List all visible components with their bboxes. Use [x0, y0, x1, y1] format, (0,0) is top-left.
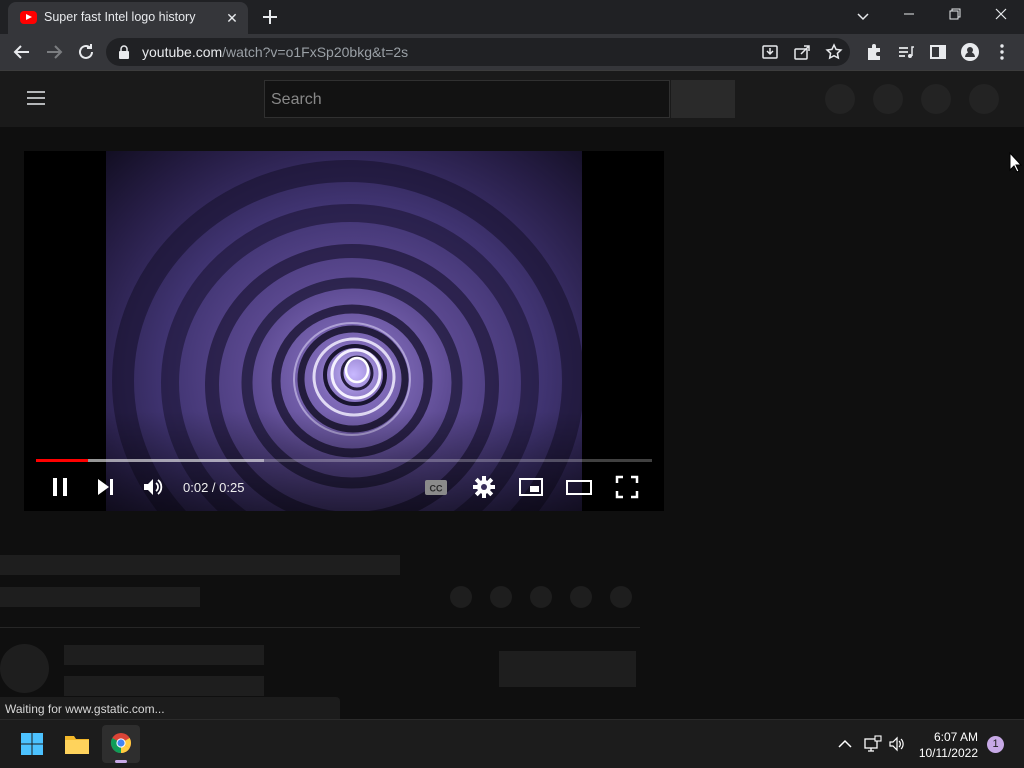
video-player[interactable]: 0:02 / 0:25 CC	[24, 151, 664, 511]
kebab-menu-icon[interactable]	[990, 40, 1014, 64]
mouse-cursor-icon	[1009, 152, 1023, 173]
network-icon[interactable]	[864, 735, 882, 753]
side-panel-icon[interactable]	[926, 40, 950, 64]
browser-tab-strip: Super fast Intel logo history ✕	[0, 0, 1024, 34]
header-placeholder-circle	[873, 84, 903, 114]
minimize-icon[interactable]	[886, 0, 932, 30]
back-arrow-icon[interactable]	[10, 40, 34, 64]
video-time-display: 0:02 / 0:25	[183, 480, 245, 495]
action-placeholder-circle	[490, 586, 512, 608]
windows-taskbar: 6:07 AM 10/11/2022 1	[0, 719, 1024, 768]
install-app-icon[interactable]	[758, 40, 782, 64]
header-placeholder-circle	[969, 84, 999, 114]
miniplayer-icon[interactable]	[518, 474, 544, 500]
chrome-taskbar-button[interactable]	[102, 725, 140, 763]
pause-icon[interactable]	[47, 474, 73, 500]
active-app-indicator	[115, 760, 127, 763]
avatar-placeholder	[0, 644, 49, 693]
hamburger-menu-icon[interactable]	[26, 90, 46, 106]
notification-badge[interactable]: 1	[987, 736, 1004, 753]
action-placeholder-circle	[610, 586, 632, 608]
youtube-header: Search	[0, 71, 1024, 127]
extensions-puzzle-icon[interactable]	[862, 40, 886, 64]
progress-bar[interactable]	[36, 459, 652, 462]
subscribe-button-placeholder	[499, 651, 636, 687]
new-tab-icon[interactable]	[258, 5, 282, 29]
status-bubble: Waiting for www.gstatic.com...	[0, 697, 340, 719]
progress-played	[36, 459, 89, 462]
restore-icon[interactable]	[932, 0, 978, 30]
share-icon[interactable]	[790, 40, 814, 64]
search-input[interactable]: Search	[264, 80, 670, 118]
media-controls-icon[interactable]	[894, 40, 918, 64]
file-explorer-icon[interactable]	[58, 725, 96, 763]
bookmark-star-icon[interactable]	[822, 40, 846, 64]
youtube-favicon-icon	[20, 11, 37, 24]
browser-tab[interactable]: Super fast Intel logo history ✕	[8, 2, 248, 34]
settings-gear-icon[interactable]	[471, 474, 497, 500]
header-placeholder-circle	[825, 84, 855, 114]
browser-toolbar: youtube.com/watch?v=o1FxSp20bkg&t=2s	[0, 34, 1024, 70]
title-placeholder	[0, 555, 400, 575]
search-button[interactable]	[671, 80, 735, 118]
taskbar-clock-time[interactable]: 6:07 AM	[920, 730, 978, 744]
content-divider	[0, 627, 640, 628]
theater-mode-icon[interactable]	[566, 474, 592, 500]
volume-tray-icon[interactable]	[888, 735, 906, 753]
channel-placeholder	[0, 587, 200, 607]
url-host: youtube.com	[142, 44, 223, 60]
tab-search-chevron-icon[interactable]	[852, 5, 874, 27]
channel-name-placeholder	[64, 645, 264, 665]
captions-icon[interactable]: CC	[423, 474, 449, 500]
profile-avatar-icon[interactable]	[958, 40, 982, 64]
forward-arrow-icon[interactable]	[42, 40, 66, 64]
tab-close-icon[interactable]: ✕	[222, 8, 242, 28]
youtube-page: Search 0:02 / 0:25 CC	[0, 71, 1024, 717]
show-hidden-icons-chevron-icon[interactable]	[836, 735, 854, 753]
status-text: Waiting for www.gstatic.com...	[5, 702, 165, 716]
fullscreen-icon[interactable]	[614, 474, 640, 500]
lock-icon[interactable]	[118, 45, 130, 59]
close-window-icon[interactable]	[978, 0, 1024, 30]
url-path: /watch?v=o1FxSp20bkg&t=2s	[222, 44, 409, 60]
action-placeholder-circle	[570, 586, 592, 608]
subscriber-count-placeholder	[64, 676, 264, 696]
next-video-icon[interactable]	[93, 474, 119, 500]
search-placeholder: Search	[271, 91, 322, 108]
action-placeholder-circle	[450, 586, 472, 608]
taskbar-clock-date[interactable]: 10/11/2022	[914, 746, 978, 760]
action-placeholder-circle	[530, 586, 552, 608]
windows-start-icon[interactable]	[13, 725, 51, 763]
chrome-icon	[110, 733, 132, 754]
url-text: youtube.com/watch?v=o1FxSp20bkg&t=2s	[142, 44, 408, 60]
header-placeholder-circle	[921, 84, 951, 114]
captions-label: CC	[430, 484, 443, 494]
address-bar[interactable]: youtube.com/watch?v=o1FxSp20bkg&t=2s	[106, 38, 850, 66]
volume-icon[interactable]	[140, 474, 166, 500]
reload-icon[interactable]	[74, 40, 98, 64]
tab-title: Super fast Intel logo history	[44, 10, 196, 24]
